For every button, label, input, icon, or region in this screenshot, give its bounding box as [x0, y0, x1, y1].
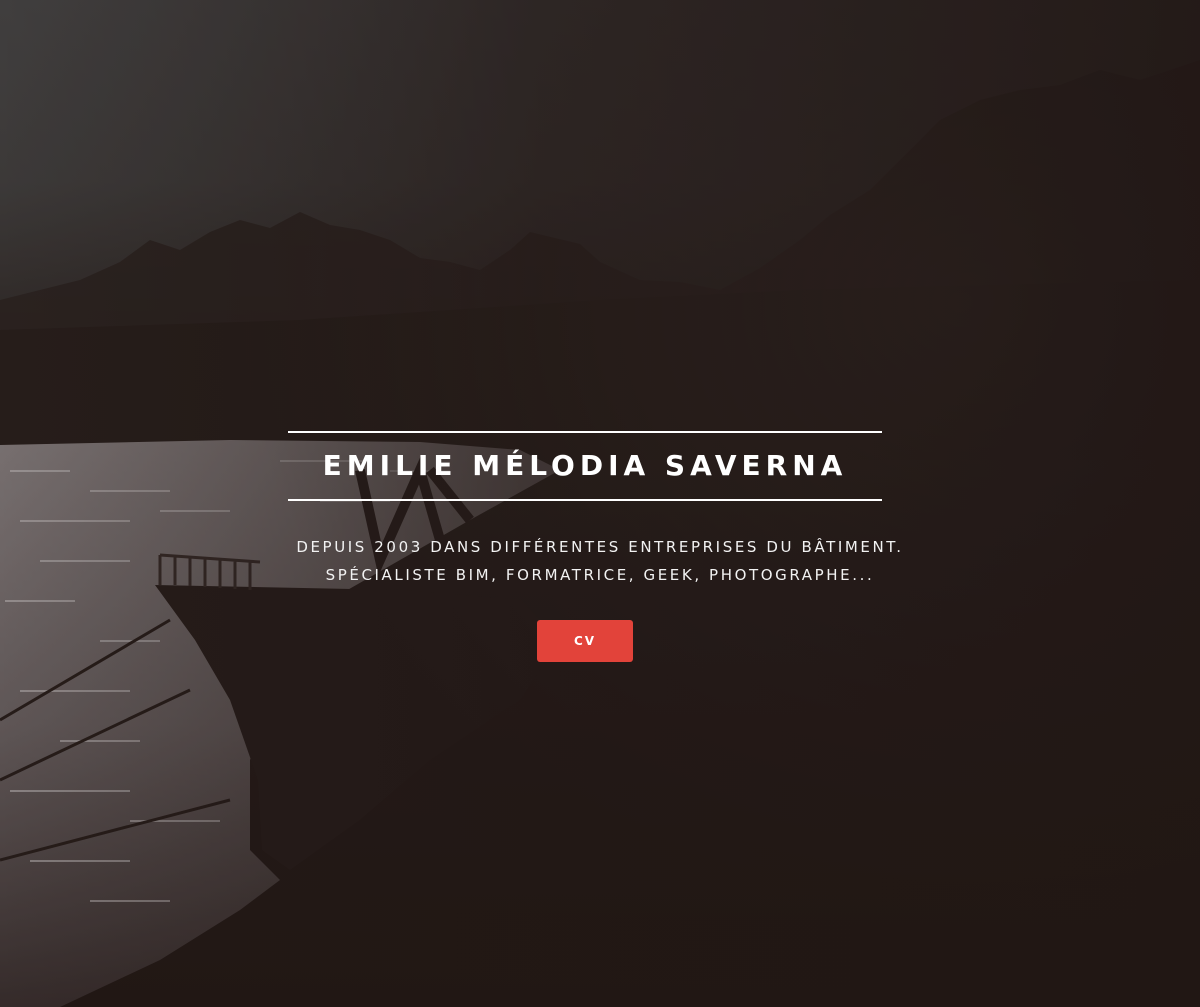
title-bottom-rule	[288, 499, 882, 501]
subtitle-line-1: DEPUIS 2003 DANS DIFFÉRENTES ENTREPRISES…	[296, 538, 904, 556]
page-title: EMILIE MÉLODIA SAVERNA	[322, 449, 848, 482]
subtitle-line-2: SPÉCIALISTE BIM, FORMATRICE, GEEK, PHOTO…	[325, 566, 875, 584]
hero-section: EMILIE MÉLODIA SAVERNA DEPUIS 2003 DANS …	[0, 0, 1200, 1007]
hero-content: EMILIE MÉLODIA SAVERNA DEPUIS 2003 DANS …	[0, 0, 1200, 1007]
cv-button[interactable]: CV	[537, 620, 633, 662]
title-top-rule	[288, 431, 882, 433]
